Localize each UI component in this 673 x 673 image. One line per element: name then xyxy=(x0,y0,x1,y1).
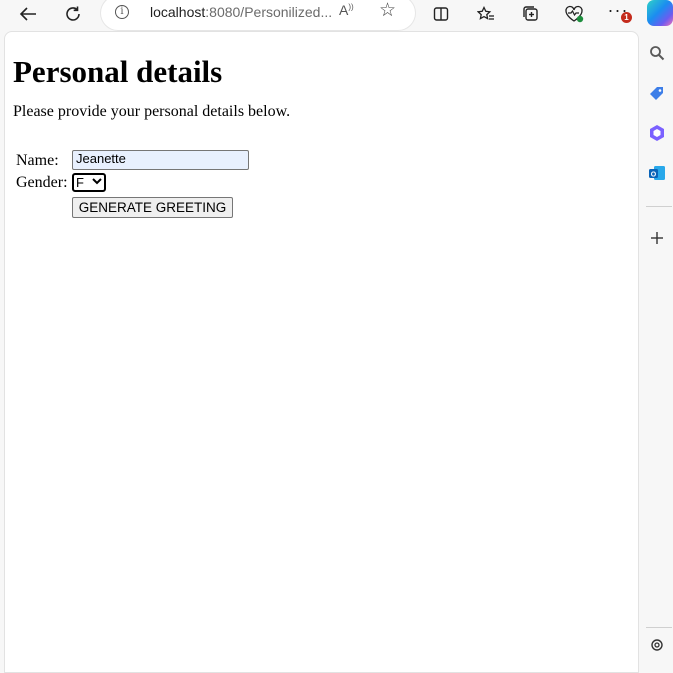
gender-select[interactable]: F xyxy=(72,173,106,192)
favorites-icon[interactable] xyxy=(472,1,500,27)
settings-icon[interactable] xyxy=(648,636,666,654)
page-title: Personal details xyxy=(13,54,223,89)
address-bar[interactable]: i localhost:8080/Personilized... A)) ☆ xyxy=(101,0,415,30)
site-info-icon[interactable]: i xyxy=(115,5,129,19)
shopping-tag-icon[interactable] xyxy=(648,85,666,103)
svg-text:O: O xyxy=(651,172,657,179)
intro-text: Please provide your personal details bel… xyxy=(13,103,291,120)
star-icon[interactable]: ☆ xyxy=(379,0,396,22)
notification-badge: 1 xyxy=(621,12,632,23)
add-icon[interactable] xyxy=(648,229,666,247)
refresh-icon[interactable] xyxy=(59,1,87,27)
generate-greeting-button[interactable]: GENERATE GREETING xyxy=(72,197,233,218)
office-icon[interactable] xyxy=(648,124,666,142)
url-host: localhost xyxy=(150,4,206,20)
name-input-value: Jeanette xyxy=(76,151,126,166)
browser-toolbar: i localhost:8080/Personilized... A)) ☆ ·… xyxy=(0,0,673,30)
sidebar-divider-bottom xyxy=(646,627,672,628)
edge-sidebar: O xyxy=(640,31,673,651)
browser-essentials-icon[interactable] xyxy=(560,1,588,27)
search-icon[interactable] xyxy=(648,44,666,62)
name-input[interactable]: Jeanette xyxy=(72,150,249,170)
gender-select-value: F xyxy=(76,175,84,190)
read-aloud-icon[interactable]: A)) xyxy=(339,2,354,18)
outlook-icon[interactable]: O xyxy=(648,164,666,182)
collections-icon[interactable] xyxy=(517,1,545,27)
url-text[interactable]: localhost:8080/Personilized... xyxy=(150,4,332,20)
back-arrow-icon[interactable] xyxy=(14,1,42,27)
copilot-icon[interactable] xyxy=(647,0,673,26)
page-content: Personal details Please provide your per… xyxy=(13,54,290,121)
url-path: :8080/Personilized... xyxy=(205,4,333,20)
name-label: Name: xyxy=(16,152,59,169)
gender-label: Gender: xyxy=(16,174,68,191)
chevron-down-icon xyxy=(92,177,102,188)
page-viewport: Personal details Please provide your per… xyxy=(4,31,639,673)
sidebar-divider xyxy=(646,206,672,207)
split-screen-icon[interactable] xyxy=(427,1,455,27)
